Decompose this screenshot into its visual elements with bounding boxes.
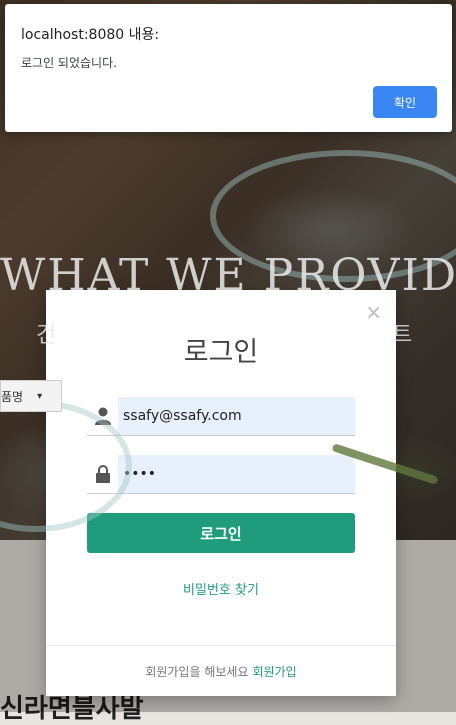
email-field-row [87, 397, 355, 436]
search-category-select[interactable]: 품명 ▾ [0, 380, 62, 412]
hero-subtitle: 건 [36, 323, 57, 348]
login-submit-button[interactable]: 로그인 [87, 513, 355, 553]
alert-title: localhost:8080 내용: [21, 27, 160, 43]
signup-link[interactable]: 회원가입 [253, 663, 297, 680]
chevron-down-icon: ▾ [37, 390, 43, 402]
forgot-password-link[interactable]: 비밀번호 찾기 [46, 579, 396, 598]
alert-ok-button[interactable]: 확인 [373, 86, 437, 118]
select-label: 품명 [1, 389, 24, 404]
close-icon[interactable]: × [365, 302, 382, 322]
email-input[interactable] [118, 397, 355, 435]
modal-footer: 회원가입을 해보세요 회원가입 [46, 645, 396, 696]
hero-subtitle-right: 트 [392, 323, 413, 348]
alert-message: 로그인 되었습니다. [21, 56, 117, 70]
modal-title: 로그인 [183, 337, 259, 368]
signup-prompt: 회원가입을 해보세요 [145, 664, 249, 679]
hero-title: WHAT WE PROVIDE [0, 250, 456, 301]
password-input[interactable] [118, 455, 355, 493]
browser-alert-dialog: localhost:8080 내용: 로그인 되었습니다. 확인 [5, 4, 452, 132]
